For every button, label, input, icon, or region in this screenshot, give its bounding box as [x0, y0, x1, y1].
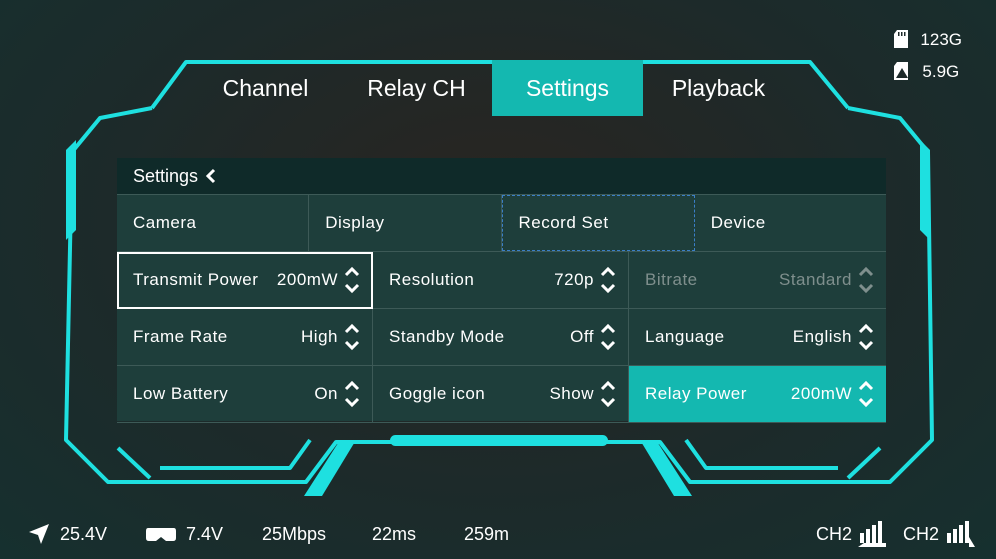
- setting-label: Relay Power: [645, 384, 747, 403]
- tab-settings[interactable]: Settings: [492, 60, 643, 116]
- up-down-arrows-icon[interactable]: [858, 322, 874, 352]
- setting-value: 200mW: [790, 384, 852, 403]
- settings-panel: Settings Camera Display Record Set Devic…: [117, 158, 886, 423]
- subtab-display[interactable]: Display: [309, 195, 502, 251]
- up-down-arrows-icon: [858, 266, 874, 294]
- sd-card-icon: [894, 30, 909, 48]
- tab-channel[interactable]: Channel: [190, 60, 341, 116]
- setting-low-battery[interactable]: Low Battery On: [117, 366, 373, 423]
- setting-label: Low Battery: [133, 384, 229, 403]
- up-down-arrows-icon[interactable]: [858, 379, 874, 409]
- storage-info: 123G 5.9G: [894, 30, 962, 94]
- setting-label: Resolution: [389, 270, 475, 289]
- sd-storage-value: 123G: [920, 29, 962, 49]
- signal-bars-icon: [947, 521, 976, 547]
- setting-label: Language: [645, 327, 725, 346]
- drone-arrow-icon: [29, 524, 49, 544]
- setting-standby-mode[interactable]: Standby Mode Off: [373, 309, 629, 366]
- chevron-left-icon[interactable]: [204, 168, 218, 184]
- setting-language[interactable]: Language English: [629, 309, 886, 366]
- sd-storage: 123G: [894, 30, 962, 48]
- setting-resolution[interactable]: Resolution 720p: [373, 252, 629, 309]
- distance-value: 259m: [464, 523, 510, 544]
- goggle-voltage-value: 7.4V: [186, 523, 224, 544]
- setting-value: English: [792, 327, 852, 346]
- goggle-storage-icon: [894, 62, 909, 80]
- setting-value: On: [314, 384, 338, 403]
- setting-value: High: [301, 327, 338, 346]
- setting-frame-rate[interactable]: Frame Rate High: [117, 309, 373, 366]
- bitrate-readout: 25Mbps: [262, 518, 326, 550]
- setting-value: Show: [549, 384, 594, 403]
- setting-value: 720p: [554, 270, 594, 289]
- goggle-storage: 5.9G: [894, 62, 962, 80]
- panel-header: Settings: [117, 158, 886, 194]
- panel-title: Settings: [133, 165, 199, 186]
- setting-transmit-power[interactable]: Transmit Power 200mW: [117, 252, 373, 309]
- status-bar: 25.4V 7.4V 25Mbps 22ms 259m CH2 CH2: [0, 518, 996, 550]
- settings-grid: Transmit Power 200mW Resolution 720p Bit…: [117, 251, 886, 423]
- setting-label: Standby Mode: [389, 327, 505, 346]
- goggle-voltage: 7.4V: [146, 518, 223, 550]
- signal-bars-icon: [858, 521, 887, 547]
- main-tabs: Channel Relay CH Settings Playback: [190, 60, 794, 116]
- setting-label: Frame Rate: [133, 327, 228, 346]
- up-down-arrows-icon[interactable]: [344, 379, 360, 409]
- distance-readout: 259m: [464, 518, 509, 550]
- up-down-arrows-icon[interactable]: [600, 322, 616, 352]
- goggles-icon: [146, 528, 176, 541]
- tab-relay-ch[interactable]: Relay CH: [341, 60, 492, 116]
- drone-voltage-value: 25.4V: [60, 523, 108, 544]
- channel-a-label: CH2: [816, 523, 853, 544]
- up-down-arrows-icon[interactable]: [600, 265, 616, 295]
- setting-value: 200mW: [276, 270, 338, 289]
- setting-goggle-icon[interactable]: Goggle icon Show: [373, 366, 629, 423]
- subtab-camera[interactable]: Camera: [117, 195, 310, 251]
- up-down-arrows-icon[interactable]: [600, 379, 616, 409]
- setting-relay-power[interactable]: Relay Power 200mW: [629, 366, 886, 423]
- subtabs: Camera Display Record Set Device: [117, 194, 886, 251]
- up-down-arrows-icon[interactable]: [344, 322, 360, 352]
- setting-value: Off: [570, 327, 594, 346]
- subtab-device[interactable]: Device: [695, 195, 886, 251]
- setting-label: Transmit Power: [133, 270, 259, 289]
- bitrate-value: 25Mbps: [262, 523, 327, 544]
- setting-bitrate: Bitrate Standard: [629, 252, 886, 309]
- drone-voltage: 25.4V: [28, 518, 107, 550]
- channel-b-signal: CH2: [903, 518, 976, 550]
- subtab-record-set[interactable]: Record Set: [501, 195, 695, 251]
- goggle-storage-value: 5.9G: [922, 61, 960, 81]
- latency-readout: 22ms: [372, 518, 416, 550]
- tab-playback[interactable]: Playback: [643, 60, 794, 116]
- latency-value: 22ms: [372, 523, 417, 544]
- setting-value: Standard: [779, 270, 852, 289]
- up-down-arrows-icon[interactable]: [344, 265, 360, 295]
- channel-a-signal: CH2: [816, 518, 887, 550]
- setting-label: Bitrate: [645, 270, 698, 289]
- setting-label: Goggle icon: [389, 384, 486, 403]
- channel-b-label: CH2: [903, 523, 940, 544]
